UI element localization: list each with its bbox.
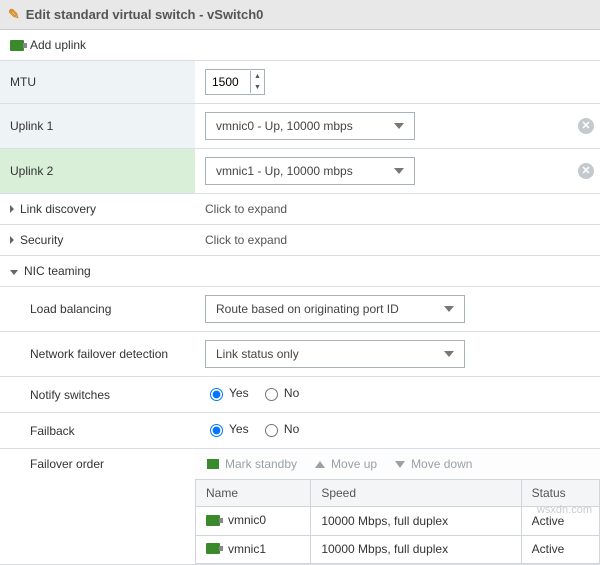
table-row[interactable]: vmnic1 10000 Mbps, full duplex Active: [196, 535, 600, 564]
failback-no[interactable]: No: [260, 421, 299, 437]
caret-right-icon: [10, 205, 14, 213]
move-down-button[interactable]: Move down: [395, 457, 472, 471]
mtu-input[interactable]: [206, 70, 250, 94]
nic-icon: [206, 543, 220, 554]
watermark: wsxdn.com: [537, 504, 592, 516]
uplink2-value: vmnic1 - Up, 10000 mbps: [216, 164, 353, 178]
chevron-down-icon: [444, 351, 454, 357]
mtu-label: MTU: [0, 61, 195, 104]
notify-switches-yes[interactable]: Yes: [205, 385, 249, 401]
dialog-title: Edit standard virtual switch - vSwitch0: [26, 7, 264, 22]
uplink1-remove-button[interactable]: ✕: [578, 118, 594, 134]
mtu-step-down[interactable]: ▼: [251, 82, 264, 93]
link-discovery-section[interactable]: Link discovery: [0, 194, 195, 225]
failover-order-label: Failover order: [0, 449, 195, 565]
nic-speed: 10000 Mbps, full duplex: [311, 535, 521, 564]
col-speed[interactable]: Speed: [311, 480, 521, 507]
uplink1-select[interactable]: vmnic0 - Up, 10000 mbps: [205, 112, 415, 140]
notify-switches-label: Notify switches: [0, 377, 195, 413]
uplink2-remove-button[interactable]: ✕: [578, 163, 594, 179]
add-uplink-label: Add uplink: [30, 38, 86, 52]
edit-icon: ✎: [8, 6, 20, 23]
nic-icon: [206, 515, 220, 526]
caret-down-icon: [10, 270, 18, 275]
failback-label: Failback: [0, 413, 195, 449]
load-balancing-value: Route based on originating port ID: [216, 302, 399, 316]
mtu-stepper[interactable]: ▲ ▼: [205, 69, 265, 95]
settings-form: MTU ▲ ▼ Uplink 1 vmnic0 - Up, 10000 mbps…: [0, 61, 600, 565]
move-up-button[interactable]: Move up: [315, 457, 377, 471]
failover-detection-value: Link status only: [216, 347, 299, 361]
uplink1-value: vmnic0 - Up, 10000 mbps: [216, 119, 353, 133]
dialog-title-bar: ✎ Edit standard virtual switch - vSwitch…: [0, 0, 600, 30]
link-discovery-expand[interactable]: Click to expand: [195, 194, 600, 225]
uplink2-label: Uplink 2: [0, 149, 195, 194]
failover-detection-label: Network failover detection: [0, 332, 195, 377]
security-section[interactable]: Security: [0, 225, 195, 256]
chevron-down-icon: [444, 306, 454, 312]
uplink1-label: Uplink 1: [0, 104, 195, 149]
notify-switches-no[interactable]: No: [260, 385, 299, 401]
move-up-icon: [315, 461, 325, 468]
failover-order-toolbar: Mark standby Move up Move down: [195, 449, 600, 479]
load-balancing-select[interactable]: Route based on originating port ID: [205, 295, 465, 323]
add-uplink-button[interactable]: Add uplink: [0, 30, 600, 61]
mark-standby-button[interactable]: Mark standby: [207, 457, 297, 471]
load-balancing-label: Load balancing: [0, 287, 195, 332]
add-uplink-icon: [10, 40, 24, 51]
failover-detection-select[interactable]: Link status only: [205, 340, 465, 368]
move-down-icon: [395, 461, 405, 468]
col-name[interactable]: Name: [196, 480, 311, 507]
security-expand[interactable]: Click to expand: [195, 225, 600, 256]
chevron-down-icon: [394, 123, 404, 129]
nic-status: Active: [521, 535, 599, 564]
caret-right-icon: [10, 236, 14, 244]
nic-name: vmnic1: [228, 542, 266, 556]
col-status[interactable]: Status: [521, 480, 599, 507]
nic-name: vmnic0: [228, 513, 266, 527]
chevron-down-icon: [394, 168, 404, 174]
nic-teaming-section[interactable]: NIC teaming: [0, 256, 600, 287]
failback-yes[interactable]: Yes: [205, 421, 249, 437]
nic-speed: 10000 Mbps, full duplex: [311, 507, 521, 536]
uplink2-select[interactable]: vmnic1 - Up, 10000 mbps: [205, 157, 415, 185]
standby-icon: [207, 459, 219, 469]
mtu-step-up[interactable]: ▲: [251, 71, 264, 82]
